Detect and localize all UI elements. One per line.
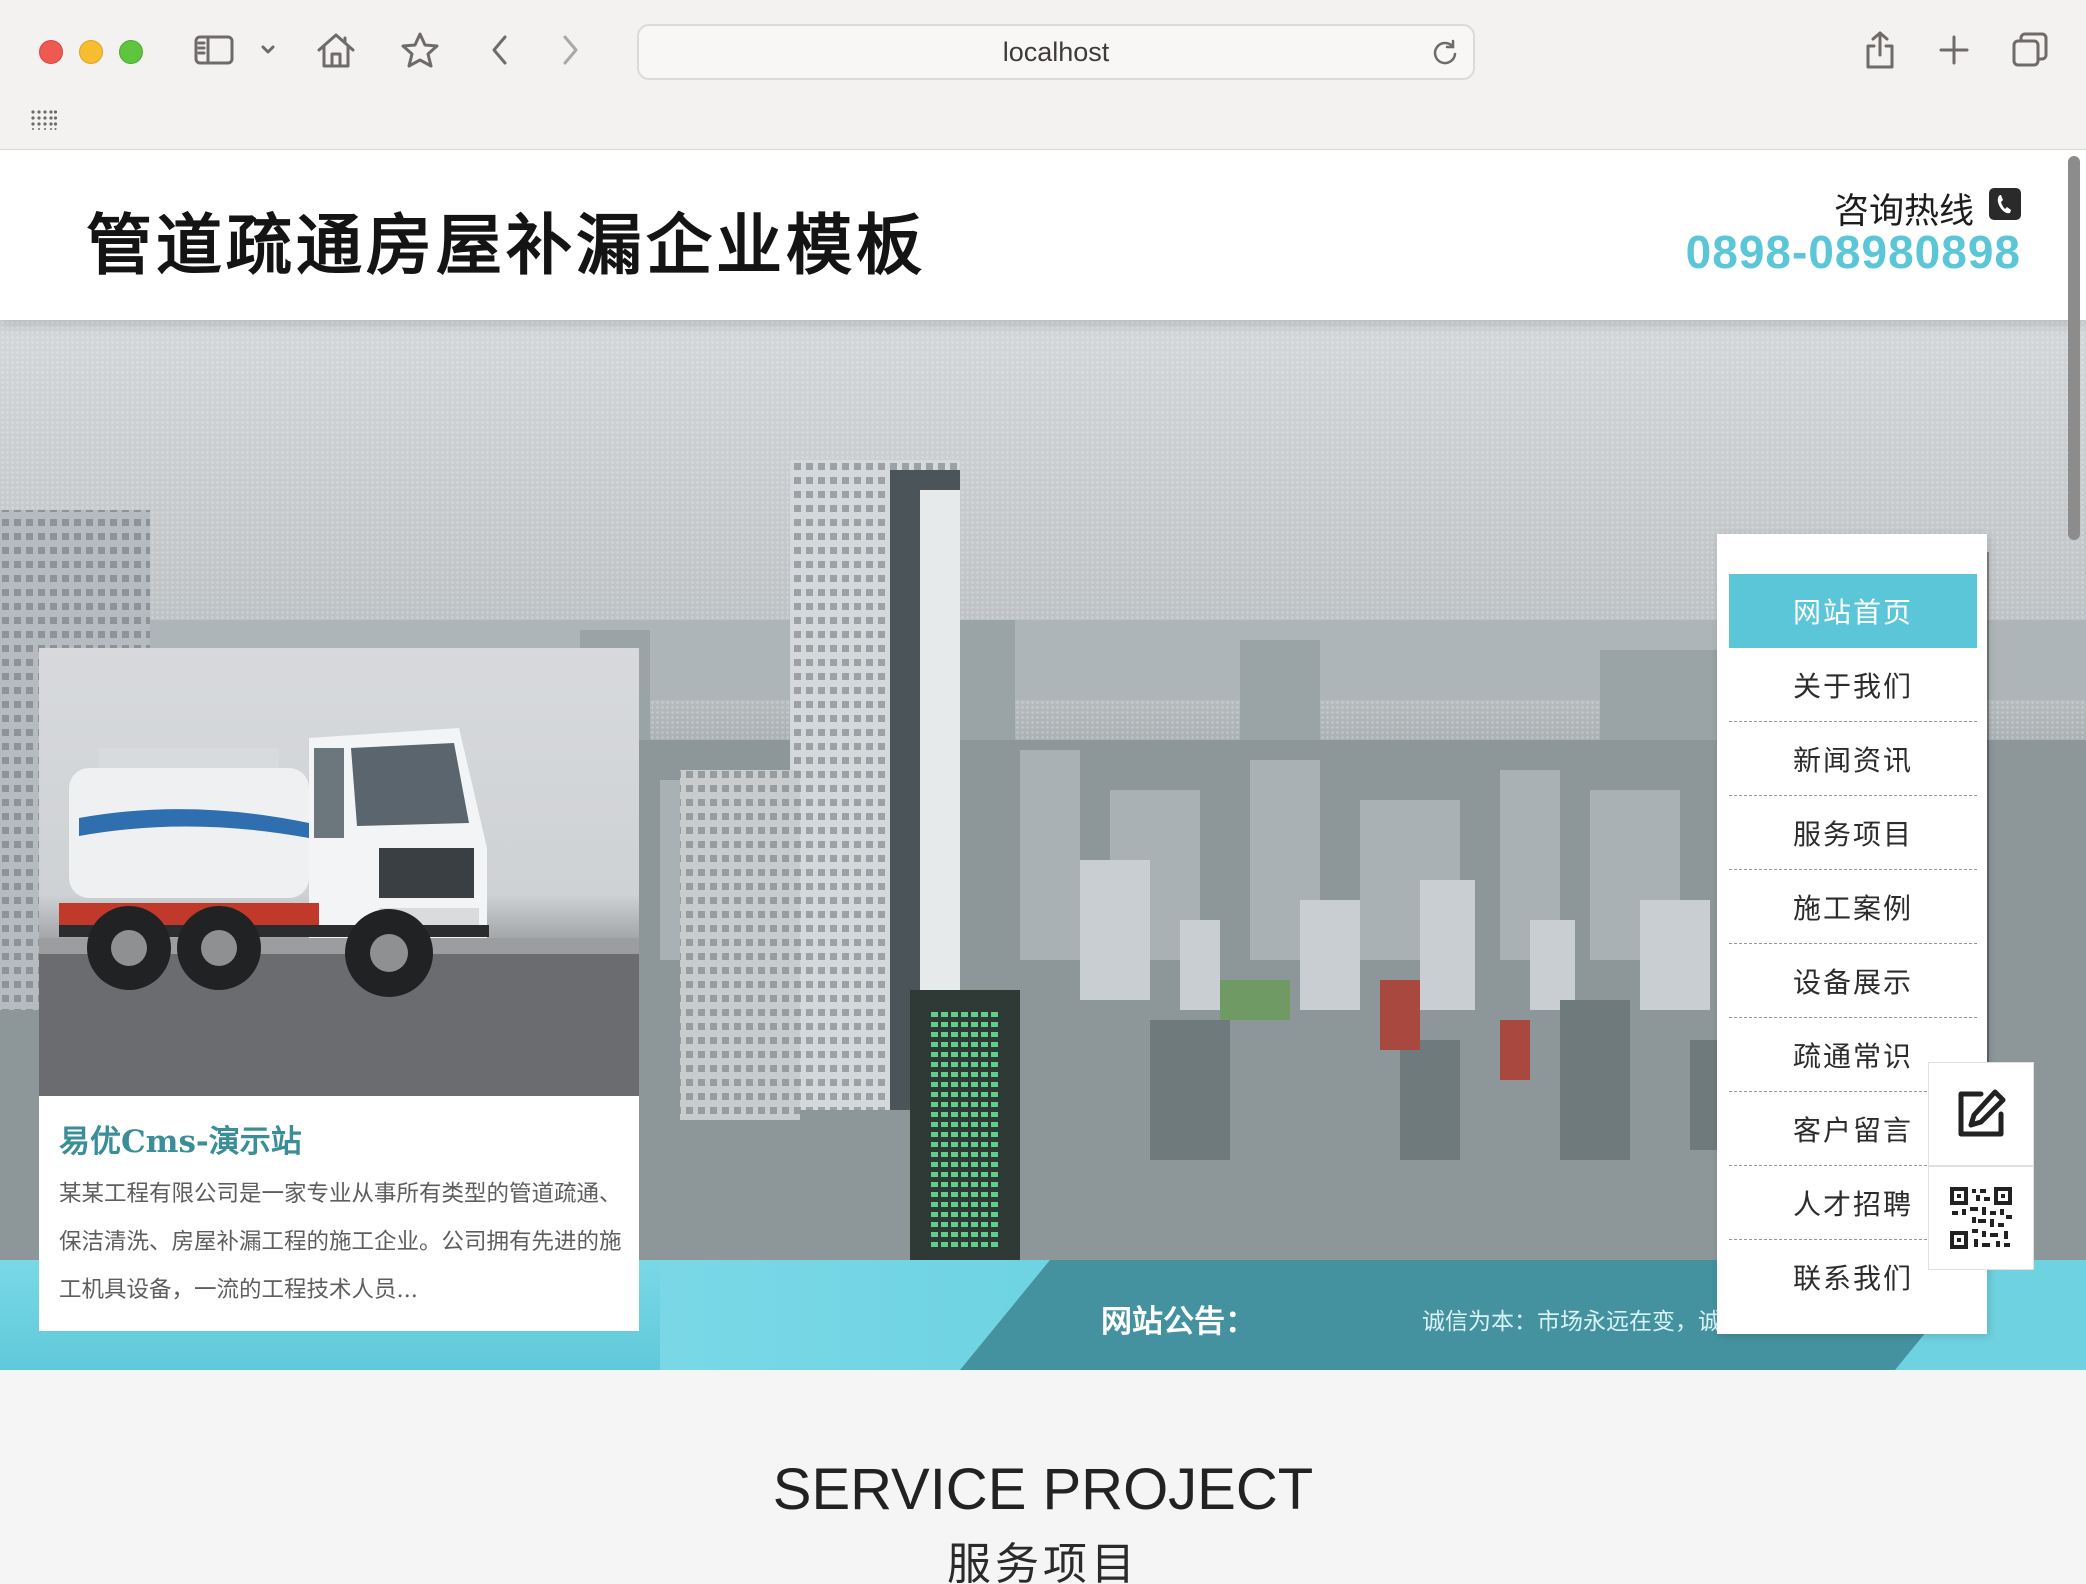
share-icon[interactable] — [1856, 26, 1904, 74]
notice-label: 网站公告： — [1101, 1304, 1256, 1340]
nav-item-home[interactable]: 网站首页 — [1729, 574, 1977, 648]
nav-item-cases[interactable]: 施工案例 — [1729, 870, 1977, 944]
nav-item-about[interactable]: 关于我们 — [1729, 648, 1977, 722]
zoom-window-button[interactable] — [119, 40, 143, 64]
site-header: 管道疏通房屋补漏企业模板 咨询热线 0898-08980898 — [0, 150, 2086, 320]
browser-toolbar: localhost — [0, 0, 2086, 150]
address-bar[interactable]: localhost — [637, 24, 1475, 80]
new-tab-icon[interactable] — [1930, 26, 1978, 74]
intro-title[interactable]: 易优Cms-演示站 — [59, 1116, 302, 1161]
url-text[interactable]: localhost — [639, 26, 1473, 78]
section-title-en: SERVICE PROJECT — [772, 1457, 1314, 1522]
message-edit-button[interactable] — [1928, 1062, 2034, 1166]
phone-icon — [1989, 188, 2021, 220]
nav-item-services[interactable]: 服务项目 — [1729, 796, 1977, 870]
hotline-number: 0898-08980898 — [1685, 226, 2021, 278]
nav-item-equipment[interactable]: 设备展示 — [1729, 944, 1977, 1018]
qr-code-icon — [1948, 1185, 2014, 1251]
apps-grid-icon[interactable] — [31, 110, 57, 130]
nav-item-news[interactable]: 新闻资讯 — [1729, 722, 1977, 796]
reload-icon[interactable] — [1431, 38, 1459, 66]
intro-card[interactable]: 易优Cms-演示站 某某工程有限公司是一家专业从事所有类型的管道疏通、保洁清洗、… — [39, 648, 639, 1331]
page-scrollbar[interactable] — [2068, 156, 2080, 540]
star-icon[interactable] — [396, 26, 444, 74]
chevron-down-icon[interactable] — [248, 26, 288, 74]
sidebar-icon[interactable] — [190, 26, 238, 74]
intro-text: 某某工程有限公司是一家专业从事所有类型的管道疏通、保洁清洗、房屋补漏工程的施工企… — [59, 1181, 622, 1303]
close-window-button[interactable] — [39, 40, 63, 64]
home-icon[interactable] — [312, 26, 360, 74]
forward-icon[interactable] — [546, 26, 594, 74]
truck-photo[interactable] — [39, 648, 639, 1096]
site-title[interactable]: 管道疏通房屋补漏企业模板 — [86, 192, 926, 288]
back-icon[interactable] — [476, 26, 524, 74]
minimize-window-button[interactable] — [79, 40, 103, 64]
web-page: 管道疏通房屋补漏企业模板 咨询热线 0898-08980898 易优Cms-演示… — [0, 150, 2086, 1584]
section-title-cn: 服务项目 — [947, 1539, 1139, 1584]
qr-code-button[interactable] — [1928, 1166, 2034, 1270]
tabs-overview-icon[interactable] — [2006, 26, 2054, 74]
edit-icon — [1958, 1089, 2006, 1137]
